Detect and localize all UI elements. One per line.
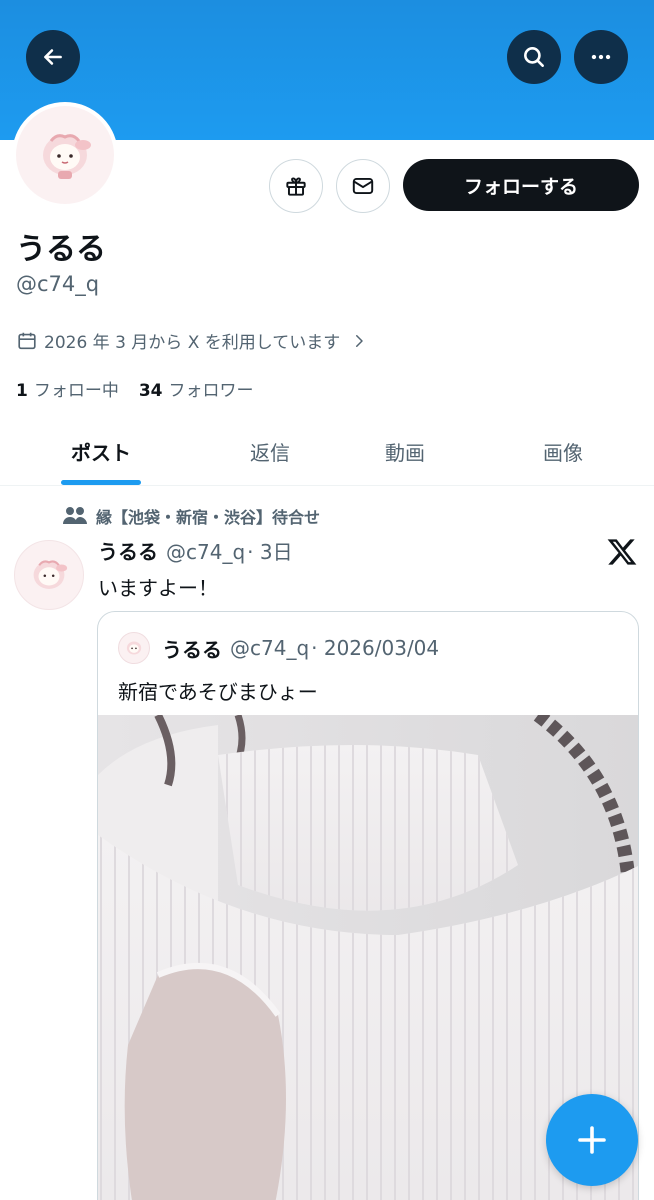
quoted-post-date: · 2026/03/04 [311, 636, 440, 660]
avatar-illustration-icon [43, 134, 91, 179]
profile-name: うるる [16, 232, 106, 267]
post-author-handle[interactable]: @c74_q [166, 540, 245, 564]
tab-videos[interactable]: 動画 [345, 418, 465, 484]
followers-link[interactable]: 34 フォロワー [139, 376, 254, 401]
avatar-illustration-icon [126, 641, 142, 655]
active-tab-indicator [61, 480, 141, 485]
mail-icon [352, 177, 374, 195]
back-button[interactable] [26, 30, 80, 84]
profile-avatar[interactable] [12, 102, 118, 208]
gift-button[interactable] [269, 159, 323, 213]
post-time[interactable]: · 3日 [247, 536, 292, 565]
more-button[interactable] [574, 30, 628, 84]
compose-button[interactable] [546, 1094, 638, 1186]
x-logo-icon[interactable] [606, 536, 638, 568]
quoted-author-name: うるる [162, 637, 222, 662]
quoted-post-text: 新宿であそびまひょー [118, 680, 318, 704]
more-icon [591, 54, 611, 60]
profile-tabs: ポスト 返信 動画 画像 [0, 418, 654, 486]
post-text: いますよー！ [98, 576, 218, 600]
post-author-name[interactable]: うるる [98, 536, 158, 565]
tab-replies[interactable]: 返信 [210, 418, 330, 484]
followers-count: 34 [138, 381, 163, 401]
community-context[interactable]: 縁【池袋・新宿・渋谷】待合せ [62, 504, 320, 528]
followers-label: フォロワー [168, 381, 254, 401]
back-arrow-icon [44, 49, 62, 65]
following-count: 1 [16, 381, 28, 401]
community-icon [63, 507, 87, 524]
avatar-illustration-icon [33, 560, 68, 589]
search-button[interactable] [507, 30, 561, 84]
follow-counts: 1 フォロー中 34 フォロワー [16, 376, 274, 401]
joined-info[interactable]: 2026 年 3 月から X を利用しています [16, 328, 368, 353]
community-name: 縁【池袋・新宿・渋谷】待合せ [96, 508, 321, 527]
following-link[interactable]: 1 フォロー中 [16, 376, 119, 401]
tab-posts[interactable]: ポスト [40, 418, 162, 484]
joined-text: 2026 年 3 月から X を利用しています [44, 333, 341, 353]
chevron-right-icon [356, 334, 363, 347]
calendar-icon [18, 332, 36, 349]
post-header: うるる @c74_q · 3日 [98, 536, 293, 565]
profile-handle: @c74_q [16, 272, 100, 296]
tab-images[interactable]: 画像 [503, 418, 623, 484]
message-button[interactable] [336, 159, 390, 213]
search-icon [524, 47, 544, 67]
quoted-post-header: うるる @c74_q · 2026/03/04 [118, 632, 439, 664]
quoted-author-handle: @c74_q [230, 636, 310, 660]
quoted-avatar [118, 632, 150, 664]
following-label: フォロー中 [33, 381, 119, 401]
follow-button[interactable]: フォローする [403, 159, 639, 211]
gift-icon [286, 177, 306, 196]
post-avatar[interactable] [14, 540, 84, 610]
plus-icon [578, 1126, 606, 1154]
